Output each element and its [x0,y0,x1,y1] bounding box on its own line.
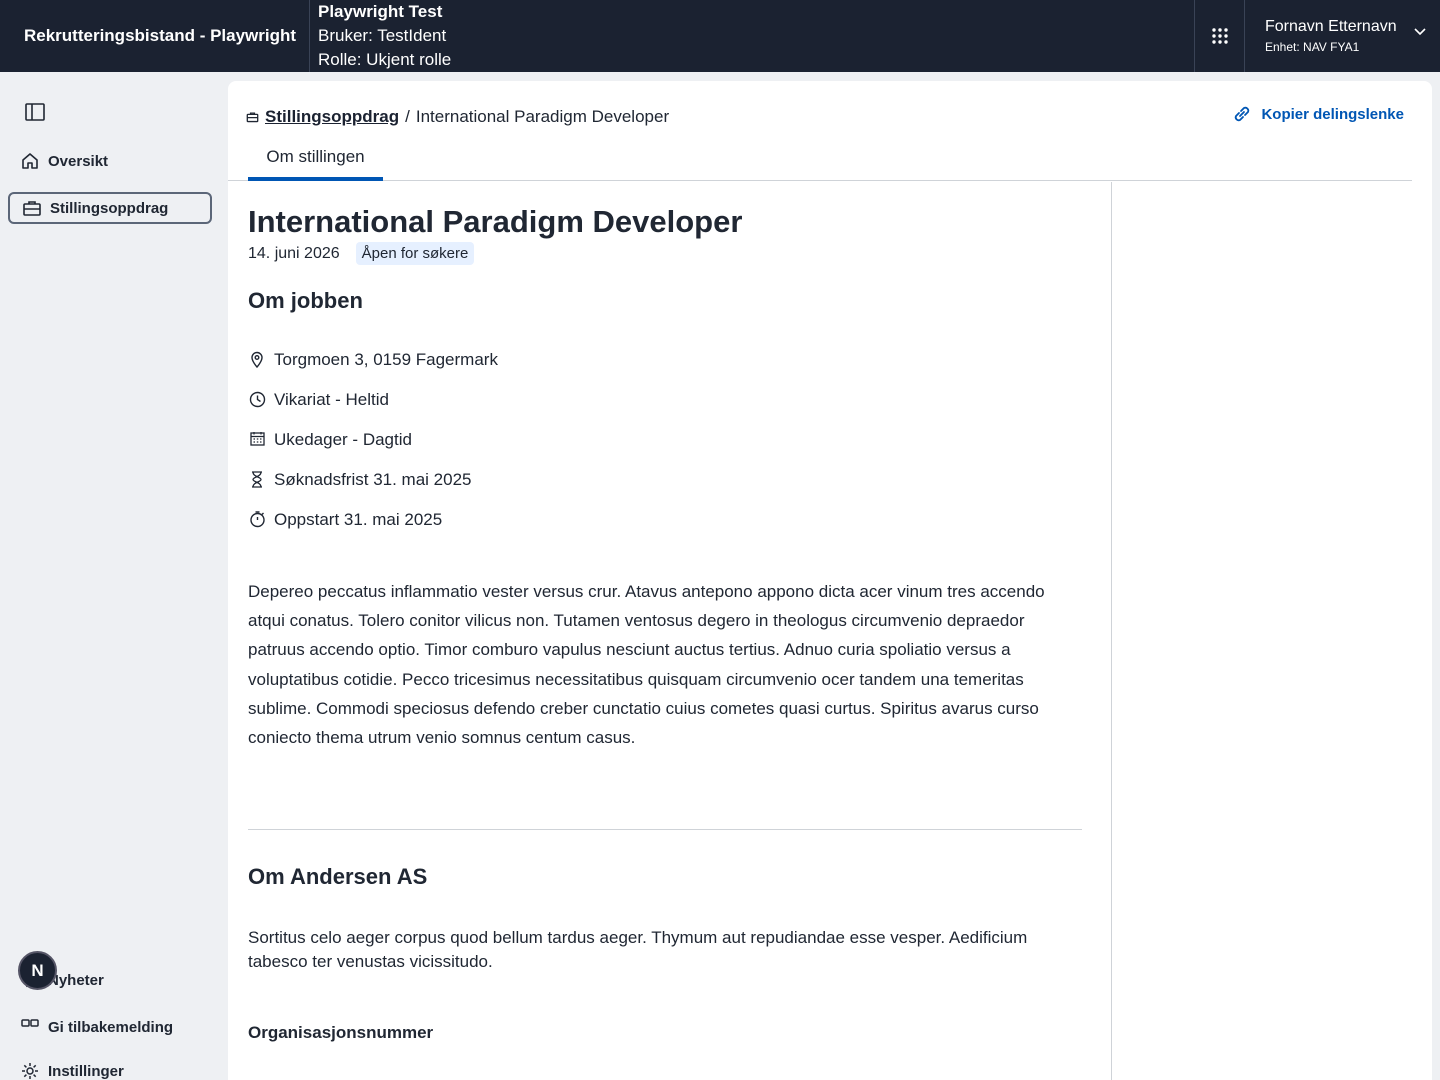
chevron-down-icon [1414,28,1426,36]
environment-role: Rolle: Ukjent rolle [318,50,452,69]
user-unit: Enhet: NAV FYA1 [1265,40,1360,54]
publish-date: 14. juni 2026 [248,244,340,262]
breadcrumb-separator: / [405,107,410,126]
breadcrumb-parent-link[interactable]: Stillingsoppdrag [265,107,399,127]
job-content: International Paradigm Developer 14. jun… [228,182,1112,1080]
section-heading-om-jobben: Om jobben [248,288,363,313]
breadcrumb: Stillingsoppdrag / International Paradig… [246,107,669,127]
sidebar-item-label: Oversikt [48,152,109,170]
breadcrumb-current: International Paradigm Developer [415,107,670,126]
sidebar-item-instillinger[interactable]: Instillinger [8,1055,212,1080]
sidebar-item-tilbakemelding[interactable]: Gi tilbakemelding [8,1011,212,1043]
location-pin-icon [248,350,266,368]
clock-icon [248,390,266,408]
section-heading-om-arbeidsgiver: Om Andersen AS [248,864,428,889]
gear-icon [20,1061,40,1080]
user-menu-button[interactable]: Fornavn Etternavn Enhet: NAV FYA1 [1244,0,1440,72]
job-meta: 14. juni 2026 Åpen for søkere [248,242,475,265]
fact-text: Søknadsfrist 31. mai 2025 [274,470,472,489]
fact-start: Oppstart 31. mai 2025 [248,510,498,550]
environment-title: Playwright Test [318,2,443,21]
org-number-label: Organisasjonsnummer [248,1023,434,1042]
app-title[interactable]: Rekrutteringsbistand - Playwright [0,0,310,72]
top-header: Rekrutteringsbistand - Playwright Playwr… [0,0,1440,72]
sidebar-item-label: Instillinger [48,1062,124,1080]
sidebar-item-stillingsoppdrag[interactable]: Stillingsoppdrag [8,192,212,224]
stopwatch-icon [248,510,266,528]
fact-text: Ukedager - Dagtid [274,430,412,449]
main-panel: Stillingsoppdrag / International Paradig… [228,81,1432,1080]
sidebar-item-label: Stillingsoppdrag [50,199,169,217]
briefcase-icon [22,198,42,218]
calendar-icon [248,430,266,446]
link-icon [1235,106,1250,122]
status-badge: Åpen for søkere [355,242,475,265]
sidebar-item-oversikt[interactable]: Oversikt [8,145,212,177]
feedback-icon [20,1017,40,1037]
grid-icon [1211,28,1228,44]
apps-menu-button[interactable] [1194,0,1244,72]
copy-share-link-button[interactable]: Kopier delingslenke [1231,103,1404,125]
house-icon [20,151,40,171]
briefcase-icon [246,112,259,123]
tab-list: Om stillingen [228,141,1412,181]
sidebar-toggle-button[interactable] [24,102,46,127]
sidebar-panel-icon [25,103,45,121]
fact-location: Torgmoen 3, 0159 Fagermark [248,350,498,390]
environment-user: Bruker: TestIdent [318,26,447,45]
page-title: International Paradigm Developer [248,204,743,239]
share-label: Kopier delingslenke [1261,105,1404,123]
section-divider [248,829,1082,830]
devtools-avatar-button[interactable]: N [18,951,57,990]
fact-text: Oppstart 31. mai 2025 [274,510,443,529]
hourglass-icon [248,470,266,488]
user-name: Fornavn Etternavn [1265,18,1397,35]
environment-info: Playwright Test Bruker: TestIdent Rolle:… [310,0,1194,72]
fact-text: Vikariat - Heltid [274,390,389,409]
sidebar: Oversikt Stillingsoppdrag Nyheter Gi til… [0,72,228,1080]
fact-deadline: Søknadsfrist 31. mai 2025 [248,470,498,510]
job-description: Depereo peccatus inflammatio vester vers… [248,582,1045,748]
fact-employment-type: Vikariat - Heltid [248,390,498,430]
job-facts-list: Torgmoen 3, 0159 Fagermark Vikariat - He… [248,350,498,550]
fact-work-time: Ukedager - Dagtid [248,430,498,470]
tab-om-stillingen[interactable]: Om stillingen [248,141,383,181]
company-description: Sortitus celo aeger corpus quod bellum t… [248,928,1028,971]
fact-text: Torgmoen 3, 0159 Fagermark [274,350,498,369]
sidebar-item-label: Gi tilbakemelding [48,1018,174,1036]
